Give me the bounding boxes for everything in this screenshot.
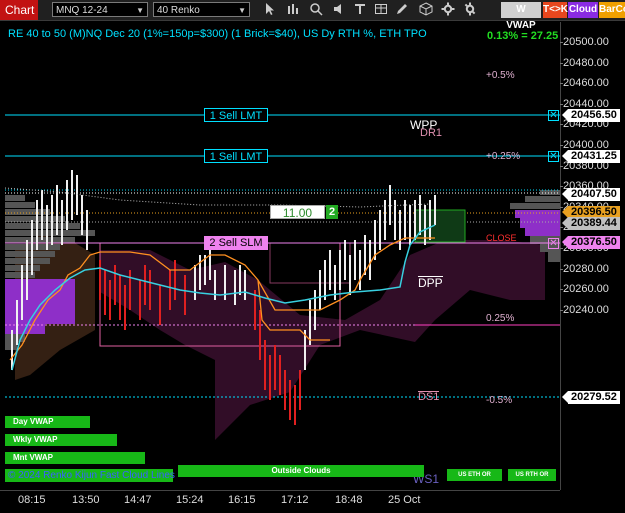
speaker-icon[interactable] [331,2,347,18]
barco-button[interactable]: BarCo [599,2,625,18]
price-flag-vwap: 20389.44 [562,217,620,230]
instrument-value: MNQ 12-24 [56,5,108,16]
price-flag-text: 20376.50 [571,236,617,248]
cancel-order-icon[interactable]: ✕ [548,238,559,249]
time-tick-label: 18:48 [335,494,363,506]
chart-toolbar: Chart MNQ 12-24 ▼ 40 Renko ▼ W VWAP T<>K… [0,0,625,31]
chevron-down-icon: ▼ [238,6,246,15]
chart-description: RE 40 to 50 (M)NQ Dec 20 (1%=150p=$300) … [8,28,427,40]
session-change: 0.13% = 27.25 [487,30,559,42]
gear-icon[interactable] [440,2,456,18]
price-tick-label: 20280.00 [563,262,609,275]
order-quantity-box[interactable]: 2 [326,205,338,219]
cube-icon[interactable] [418,2,434,18]
price-flag-ds1: 20279.52 [562,391,620,404]
order-price-box[interactable]: 11.00 [270,205,325,220]
cloud-button[interactable]: Cloud [568,2,598,18]
plus-half-label: +0.5% [486,70,515,81]
time-tick-label: 13:50 [72,494,100,506]
chart-tab[interactable]: Chart [0,0,38,20]
price-tick-label: 20500.00 [563,36,609,48]
instrument-selector[interactable]: MNQ 12-24 ▼ [52,2,148,17]
value-area-box-right [269,242,351,284]
plus-quarter-label: +0.25% [486,151,521,162]
time-tick-label: 25 Oct [388,494,421,506]
us-rth-or-button[interactable]: US RTH OR [508,469,556,481]
price-tick-label: 20240.00 [563,303,609,316]
time-tick-label: 17:12 [281,494,309,506]
mnt-vwap-button[interactable]: Mnt VWAP [5,452,145,464]
minus-half-label: -0.5% [486,395,513,406]
price-flag-text: 20279.52 [571,391,617,403]
cancel-order-icon[interactable]: ✕ [548,151,559,162]
price-flag-sell-lmt-2: 20431.25 [562,150,620,163]
price-flag-text: 20431.25 [571,150,617,162]
magnifier-icon[interactable] [308,2,324,18]
price-flag-sell-lmt-1: 20456.50 [562,109,620,122]
interval-selector[interactable]: 40 Renko ▼ [153,2,250,17]
time-tick-label: 08:15 [18,494,46,506]
day-vwap-button[interactable]: Day VWAP [5,416,90,428]
price-axis[interactable] [560,22,625,490]
price-flag-last: 20407.50 [562,188,620,201]
pencil-icon[interactable] [394,2,410,18]
chart-window: Chart MNQ 12-24 ▼ 40 Renko ▼ W VWAP T<>K… [0,0,625,513]
price-tick-label: 20480.00 [563,56,609,69]
bars-icon[interactable] [285,2,301,18]
dr1-label: DR1 [420,127,443,139]
current-brick-box [414,209,466,243]
sell-slm-order[interactable]: 2 Sell SLM [204,236,268,250]
time-tick-label: 15:24 [176,494,204,506]
ds1-label: DS1 [418,391,440,403]
us-eth-or-button[interactable]: US ETH OR [447,469,502,481]
gear-icon[interactable] [462,2,478,18]
white-dotted-line [4,187,431,208]
cancel-order-icon[interactable]: ✕ [548,110,559,121]
price-flag-text: 20407.50 [571,188,617,200]
price-flag-text: 20456.50 [571,109,617,121]
close-label: CLOSE [486,233,517,243]
price-flag-sell-slm: 20376.50 [562,236,620,249]
wvwap-button[interactable]: W VWAP [501,2,541,31]
time-tick-label: 16:15 [228,494,256,506]
sell-lmt-order-1[interactable]: 1 Sell LMT [204,108,268,122]
tk-button[interactable]: T<>K [543,2,568,18]
price-tick-label: 20460.00 [563,77,609,90]
price-flag-text: 20389.44 [571,217,617,229]
price-tick-label: 20440.00 [563,97,609,110]
price-tick-label: 20260.00 [563,283,609,296]
wkly-vwap-button[interactable]: Wkly VWAP [5,434,117,446]
cursor-icon[interactable] [262,2,278,18]
table-icon[interactable] [373,2,389,18]
time-axis-line [0,490,560,491]
minus-quarter-label: 0.25% [486,313,515,324]
dpp-label: DPP [418,276,443,290]
text-icon[interactable] [352,2,368,18]
outside-clouds-button[interactable]: Outside Clouds [178,465,424,477]
sell-lmt-order-2[interactable]: 1 Sell LMT [204,149,268,163]
time-tick-label: 14:47 [124,494,152,506]
interval-value: 40 Renko [157,5,200,16]
footer-text: © 2024 Renko Kijun Fast Cloud Lines [8,470,175,481]
chevron-down-icon: ▼ [136,6,144,15]
